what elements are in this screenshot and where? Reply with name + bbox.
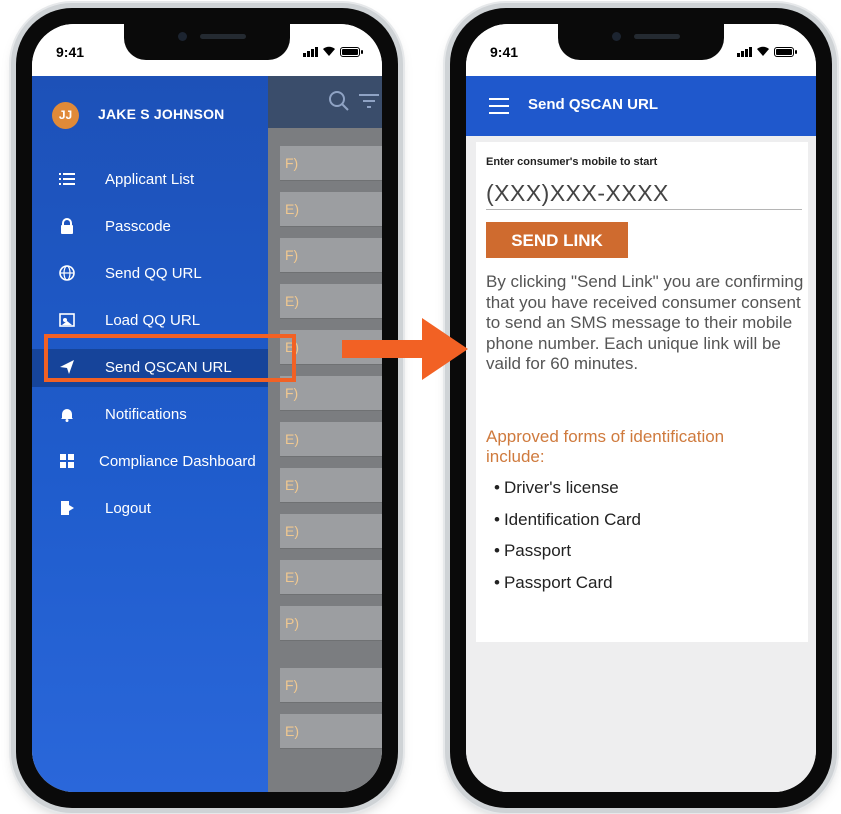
logout-icon: [61, 501, 74, 515]
drawer-item-label: Compliance Dashboard: [99, 453, 256, 470]
list-item[interactable]: E): [280, 192, 382, 227]
arrow-right-icon: [342, 318, 468, 380]
drawer-item-applicant-list[interactable]: Applicant List: [32, 161, 268, 199]
phone-notch: [558, 24, 724, 60]
content-area: Enter consumer's mobile to start (XXX)XX…: [466, 136, 816, 792]
wifi-icon: [757, 46, 769, 56]
list-item[interactable]: F): [280, 668, 382, 703]
battery-icon: [340, 47, 363, 57]
hamburger-menu-icon[interactable]: [489, 98, 509, 114]
status-time: 9:41: [490, 44, 519, 60]
consent-text: By clicking "Send Link" you are confirmi…: [486, 272, 804, 373]
app-header: Send QSCAN URL: [466, 76, 816, 136]
id-forms-list: Driver's license Identification Card Pas…: [494, 478, 641, 604]
drawer-item-logout[interactable]: Logout: [32, 490, 268, 528]
right-phone: 9:41 Send QSCAN URL Enter consumer's mob…: [450, 8, 832, 808]
list-item: Passport Card: [494, 573, 641, 605]
image-icon: [59, 313, 75, 327]
search-icon[interactable]: [328, 90, 350, 112]
drawer-item-label: Load QQ URL: [105, 312, 201, 329]
drawer-item-passcode[interactable]: Passcode: [32, 208, 268, 246]
left-phone: 9:41 F) E) F) E) E) F) E) E) E) E) P) F): [16, 8, 398, 808]
lock-icon: [61, 218, 73, 234]
list-item[interactable]: E): [280, 284, 382, 319]
list-item[interactable]: E): [280, 468, 382, 503]
bell-icon: [61, 409, 73, 422]
mobile-number-input[interactable]: (XXX)XXX-XXXX: [486, 178, 802, 210]
list-item: Driver's license: [494, 478, 641, 510]
dashboard-icon: [60, 454, 74, 468]
drawer-item-label: Passcode: [105, 218, 171, 235]
signal-icon: [737, 47, 752, 57]
list-item[interactable]: E): [280, 422, 382, 457]
left-phone-screen: 9:41 F) E) F) E) E) F) E) E) E) E) P) F): [32, 24, 382, 792]
drawer-item-label: Logout: [105, 500, 151, 517]
navigation-drawer: JJ JAKE S JOHNSON Applicant List Passcod…: [32, 76, 268, 792]
wifi-icon: [323, 46, 335, 56]
send-link-button[interactable]: SEND LINK: [486, 222, 628, 258]
list-icon: [59, 173, 75, 185]
list-item[interactable]: F): [280, 146, 382, 181]
list-item[interactable]: E): [280, 714, 382, 749]
drawer-item-label: Notifications: [105, 406, 187, 423]
list-item[interactable]: E): [280, 514, 382, 549]
list-item[interactable]: F): [280, 238, 382, 273]
mobile-field-label: Enter consumer's mobile to start: [486, 156, 658, 168]
list-item[interactable]: E): [280, 560, 382, 595]
drawer-item-notifications[interactable]: Notifications: [32, 396, 268, 434]
phone-notch: [124, 24, 290, 60]
right-phone-screen: 9:41 Send QSCAN URL Enter consumer's mob…: [466, 24, 816, 792]
drawer-item-send-qq-url[interactable]: Send QQ URL: [32, 255, 268, 293]
signal-icon: [303, 47, 318, 57]
filter-icon[interactable]: [358, 92, 380, 110]
drawer-item-label: Send QQ URL: [105, 265, 202, 282]
drawer-item-label: Applicant List: [105, 171, 195, 188]
approved-ids-heading: Approved forms of identification include…: [486, 427, 725, 466]
avatar[interactable]: JJ: [52, 102, 79, 129]
list-item: Passport: [494, 541, 641, 573]
send-link-card: Enter consumer's mobile to start (XXX)XX…: [476, 142, 808, 642]
status-time: 9:41: [56, 44, 85, 60]
list-item[interactable]: P): [280, 606, 382, 641]
globe-icon: [59, 265, 75, 281]
list-item: Identification Card: [494, 510, 641, 542]
drawer-item-compliance-dashboard[interactable]: Compliance Dashboard: [32, 443, 268, 481]
highlight-box: [44, 334, 296, 382]
user-name: JAKE S JOHNSON: [98, 106, 225, 122]
battery-icon: [774, 47, 797, 57]
page-title: Send QSCAN URL: [528, 96, 659, 113]
